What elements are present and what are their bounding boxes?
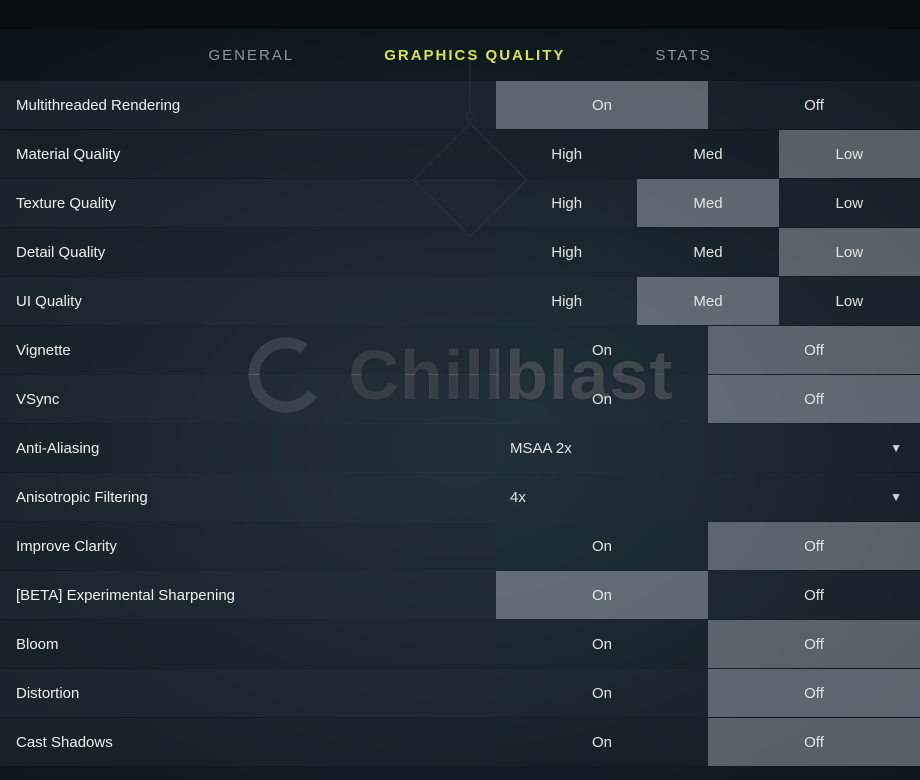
setting-row-detail-quality: Detail QualityHighMedLow (0, 228, 920, 276)
setting-label: UI Quality (0, 277, 496, 325)
option-group: OnOff (496, 718, 920, 766)
option-low[interactable]: Low (779, 277, 920, 325)
option-group: HighMedLow (496, 130, 920, 178)
option-on[interactable]: On (496, 326, 708, 374)
option-high[interactable]: High (496, 277, 637, 325)
setting-row-vignette: VignetteOnOff (0, 326, 920, 374)
window-top-bar (0, 0, 920, 29)
setting-row-multithreaded-rendering: Multithreaded RenderingOnOff (0, 81, 920, 129)
option-group: OnOff (496, 81, 920, 129)
setting-row-texture-quality: Texture QualityHighMedLow (0, 179, 920, 227)
option-group: OnOff (496, 571, 920, 619)
setting-row-distortion: DistortionOnOff (0, 669, 920, 717)
option-on[interactable]: On (496, 571, 708, 619)
tab-graphics-quality[interactable]: GRAPHICS QUALITY (384, 47, 565, 64)
chevron-down-icon: ▼ (890, 441, 902, 455)
option-high[interactable]: High (496, 130, 637, 178)
settings-list: Multithreaded RenderingOnOffMaterial Qua… (0, 81, 920, 766)
option-group: OnOff (496, 522, 920, 570)
setting-row-anisotropic-filtering: Anisotropic Filtering 4x ▼ (0, 473, 920, 521)
setting-row-bloom: BloomOnOff (0, 620, 920, 668)
setting-row-material-quality: Material QualityHighMedLow (0, 130, 920, 178)
option-on[interactable]: On (496, 375, 708, 423)
option-group: OnOff (496, 669, 920, 717)
option-on[interactable]: On (496, 522, 708, 570)
option-high[interactable]: High (496, 179, 637, 227)
option-group: HighMedLow (496, 277, 920, 325)
option-low[interactable]: Low (779, 228, 920, 276)
setting-label: Bloom (0, 620, 496, 668)
dropdown-value: MSAA 2x (510, 440, 572, 457)
setting-label: Improve Clarity (0, 522, 496, 570)
setting-label: Distortion (0, 669, 496, 717)
option-med[interactable]: Med (637, 130, 778, 178)
setting-label: VSync (0, 375, 496, 423)
chevron-down-icon: ▼ (890, 490, 902, 504)
option-low[interactable]: Low (779, 179, 920, 227)
setting-row-vsync: VSyncOnOff (0, 375, 920, 423)
option-group: OnOff (496, 375, 920, 423)
option-med[interactable]: Med (637, 179, 778, 227)
setting-label: Multithreaded Rendering (0, 81, 496, 129)
option-group: OnOff (496, 326, 920, 374)
option-on[interactable]: On (496, 718, 708, 766)
option-group: HighMedLow (496, 228, 920, 276)
settings-tab-bar: GENERAL GRAPHICS QUALITY STATS (0, 29, 920, 81)
option-on[interactable]: On (496, 669, 708, 717)
option-med[interactable]: Med (637, 228, 778, 276)
option-off[interactable]: Off (708, 669, 920, 717)
setting-row-experimental-sharpening: [BETA] Experimental SharpeningOnOff (0, 571, 920, 619)
dropdown-anti-aliasing[interactable]: MSAA 2x ▼ (496, 424, 920, 472)
dropdown-anisotropic-filtering[interactable]: 4x ▼ (496, 473, 920, 521)
setting-label: Texture Quality (0, 179, 496, 227)
option-group: HighMedLow (496, 179, 920, 227)
setting-label: Anti-Aliasing (0, 424, 496, 472)
setting-label: Detail Quality (0, 228, 496, 276)
option-low[interactable]: Low (779, 130, 920, 178)
option-med[interactable]: Med (637, 277, 778, 325)
setting-row-anti-aliasing: Anti-Aliasing MSAA 2x ▼ (0, 424, 920, 472)
option-off[interactable]: Off (708, 326, 920, 374)
option-high[interactable]: High (496, 228, 637, 276)
option-on[interactable]: On (496, 81, 708, 129)
setting-row-improve-clarity: Improve ClarityOnOff (0, 522, 920, 570)
setting-label: Cast Shadows (0, 718, 496, 766)
setting-row-ui-quality: UI QualityHighMedLow (0, 277, 920, 325)
tab-stats[interactable]: STATS (655, 47, 711, 64)
option-off[interactable]: Off (708, 81, 920, 129)
tab-general[interactable]: GENERAL (208, 47, 294, 64)
option-off[interactable]: Off (708, 375, 920, 423)
setting-label: Vignette (0, 326, 496, 374)
option-off[interactable]: Off (708, 620, 920, 668)
option-off[interactable]: Off (708, 571, 920, 619)
option-group: OnOff (496, 620, 920, 668)
option-on[interactable]: On (496, 620, 708, 668)
dropdown-value: 4x (510, 489, 526, 506)
setting-label: Anisotropic Filtering (0, 473, 496, 521)
option-off[interactable]: Off (708, 718, 920, 766)
setting-row-cast-shadows: Cast ShadowsOnOff (0, 718, 920, 766)
setting-label: Material Quality (0, 130, 496, 178)
option-off[interactable]: Off (708, 522, 920, 570)
setting-label: [BETA] Experimental Sharpening (0, 571, 496, 619)
